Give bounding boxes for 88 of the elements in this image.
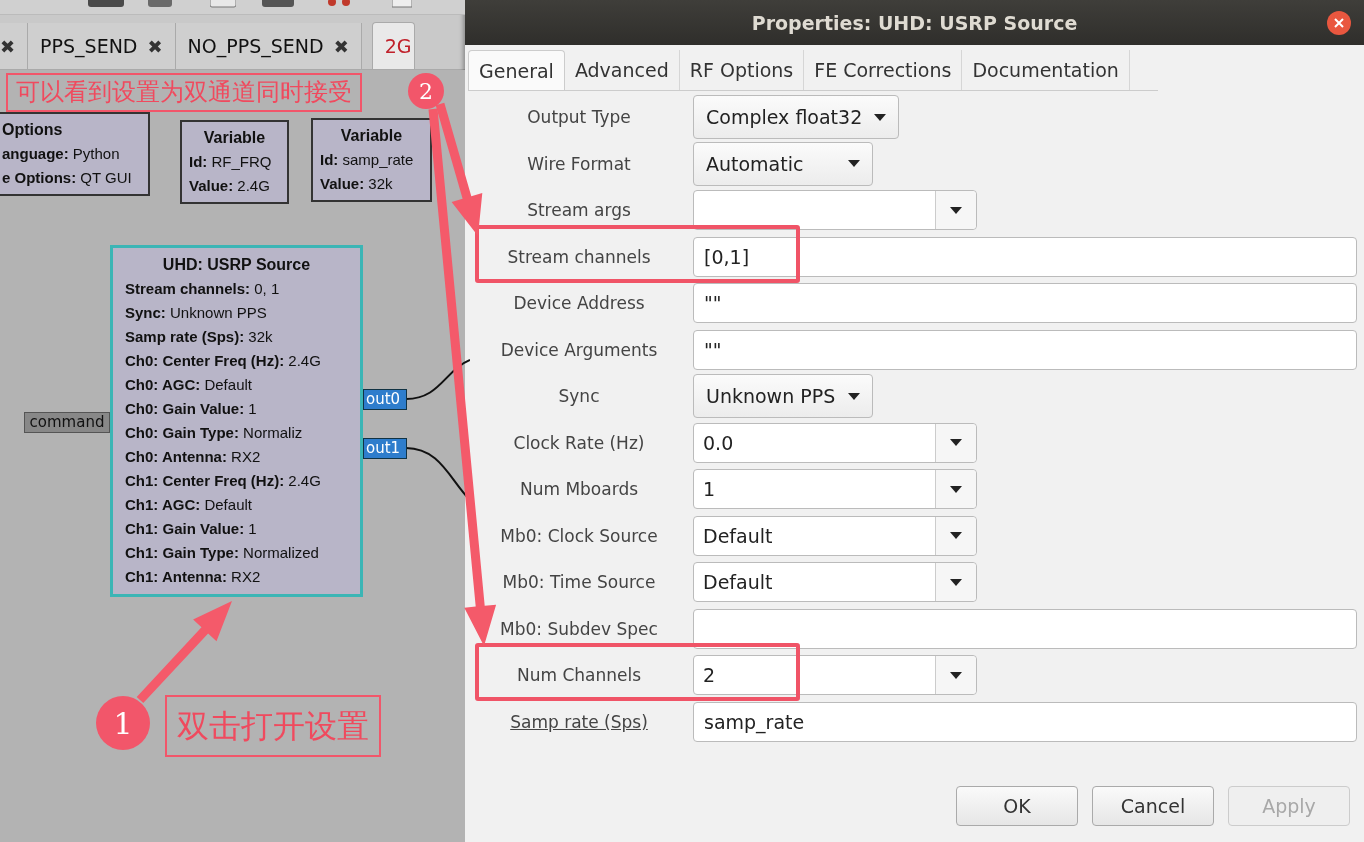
block-parameter: Ch0: Gain Value: 1	[125, 399, 258, 419]
field-label: Num Channels	[516, 665, 642, 685]
block-parameter: Ch1: Gain Type: Normalized	[125, 543, 320, 563]
field-label: Stream args	[527, 200, 631, 220]
dropdown[interactable]: Automatic	[693, 141, 873, 186]
field-label: Sync	[558, 386, 600, 406]
block-parameter: Ch0: AGC: Default	[125, 375, 253, 395]
field-label: Mb0: Time Source	[502, 572, 656, 592]
input-port[interactable]: command	[24, 412, 110, 433]
block-title: Variable	[202, 128, 267, 148]
field-label: Num Mboards	[519, 479, 639, 499]
block-parameter: Ch0: Center Freq (Hz): 2.4G	[125, 351, 322, 371]
block-title: UHD: USRP Source	[161, 255, 312, 275]
block-parameter: Sync: Unknown PPS	[125, 303, 268, 323]
block-title: Options	[2, 120, 64, 140]
combo-box[interactable]: 0.0	[693, 422, 977, 463]
dialog-button[interactable]: Cancel	[1092, 786, 1214, 826]
dropdown[interactable]: Unknown PPS	[693, 374, 873, 418]
block-parameter: Ch1: Center Freq (Hz): 2.4G	[125, 471, 322, 491]
close-icon[interactable]: ✖	[333, 35, 349, 57]
flowgraph-block[interactable]: Variable Id: samp_rate Value: 32k	[311, 118, 432, 202]
field-label: Stream channels	[507, 246, 651, 267]
field-label: Samp rate (Sps)	[510, 711, 648, 732]
block-parameter: Value: 32k	[320, 174, 394, 194]
connector-line	[405, 359, 470, 400]
dialog-tab[interactable]: Advanced	[564, 50, 680, 90]
flowgraph-block[interactable]	[110, 245, 363, 597]
combo-box[interactable]: Default	[693, 562, 977, 602]
annotation-callout: 可以看到设置为双通道同时接受	[6, 73, 362, 112]
input-field[interactable]: ""	[693, 329, 1357, 370]
close-icon[interactable]: ✖	[0, 35, 16, 57]
field-label: Device Arguments	[500, 339, 658, 360]
caret-icon	[874, 113, 887, 121]
annotation-callout: 双击打开设置	[165, 695, 381, 758]
block-parameter: Ch1: AGC: Default	[125, 495, 253, 515]
caret-icon	[848, 392, 860, 400]
document-tab[interactable]: PPS_SEND ✖	[28, 23, 176, 69]
document-tab[interactable]: NO_PPS_SEND ✖	[175, 23, 362, 69]
block-parameter: Id: samp_rate	[320, 150, 415, 170]
close-icon[interactable]: ✖	[147, 35, 163, 57]
field-label: Mb0: Subdev Spec	[500, 618, 658, 639]
caret-icon	[848, 160, 860, 167]
field-label: Mb0: Clock Source	[500, 525, 658, 546]
combo-box[interactable]: Default	[693, 515, 977, 556]
dialog-tab[interactable]: Documentation	[962, 50, 1130, 90]
toolbar-button[interactable]	[88, 0, 124, 8]
input-field[interactable]	[693, 608, 1357, 649]
document-tab[interactable]: ✖	[0, 23, 29, 69]
output-port[interactable]: out0	[363, 389, 407, 410]
window-title: Properties: UHD: USRP Source	[751, 11, 1078, 34]
caret-icon[interactable]	[950, 578, 962, 586]
field-label: Output Type	[527, 107, 631, 127]
block-parameter: Id: RF_FRQ	[189, 152, 273, 172]
flowgraph-block[interactable]: Variable Id: RF_FRQ Value: 2.4G	[180, 120, 289, 204]
input-field[interactable]: samp_rate	[693, 701, 1357, 742]
combo-box[interactable]: 1	[693, 469, 977, 509]
document-tab[interactable]: 2G	[371, 22, 415, 69]
caret-icon[interactable]	[950, 671, 962, 679]
caret-icon[interactable]	[950, 439, 962, 446]
output-port[interactable]: out1	[363, 438, 407, 459]
block-parameter: Ch0: Gain Type: Normaliz	[125, 423, 304, 443]
caret-icon[interactable]	[950, 532, 962, 539]
block-parameter: anguage: Python	[2, 144, 121, 164]
block-parameter: Ch0: Antenna: RX2	[125, 447, 262, 467]
block-parameter: Samp rate (Sps): 32k	[125, 327, 274, 347]
block-parameter: Value: 2.4G	[189, 176, 271, 196]
block-parameter: Ch1: Antenna: RX2	[125, 567, 262, 587]
field-label: Wire Format	[527, 153, 631, 174]
field-label: Clock Rate (Hz)	[513, 432, 645, 453]
field-label: Device Address	[513, 293, 645, 313]
dialog-tab[interactable]: FE Corrections	[804, 50, 963, 90]
flowgraph-block[interactable]: Options anguage: Python e Options: QT GUI	[0, 112, 150, 196]
input-field[interactable]: ""	[693, 283, 1357, 323]
caret-icon[interactable]	[950, 485, 962, 493]
caret-icon[interactable]	[950, 206, 962, 214]
close-icon[interactable]	[1326, 10, 1352, 36]
dialog-button[interactable]: OK	[956, 786, 1078, 826]
block-parameter: e Options: QT GUI	[2, 168, 133, 188]
combo-box[interactable]: 2	[693, 655, 977, 695]
input-field[interactable]: [0,1]	[693, 236, 1357, 277]
toolbar-button[interactable]	[148, 0, 172, 8]
dropdown[interactable]: Complex float32	[693, 95, 900, 139]
dialog-tab[interactable]: RF Options	[679, 50, 805, 90]
block-parameter: Ch1: Gain Value: 1	[125, 519, 258, 539]
block-parameter: Stream channels: 0, 1	[125, 279, 281, 299]
block-title: Variable	[339, 126, 404, 146]
dialog-tab[interactable]: General	[468, 50, 565, 90]
toolbar-button[interactable]	[262, 0, 294, 8]
